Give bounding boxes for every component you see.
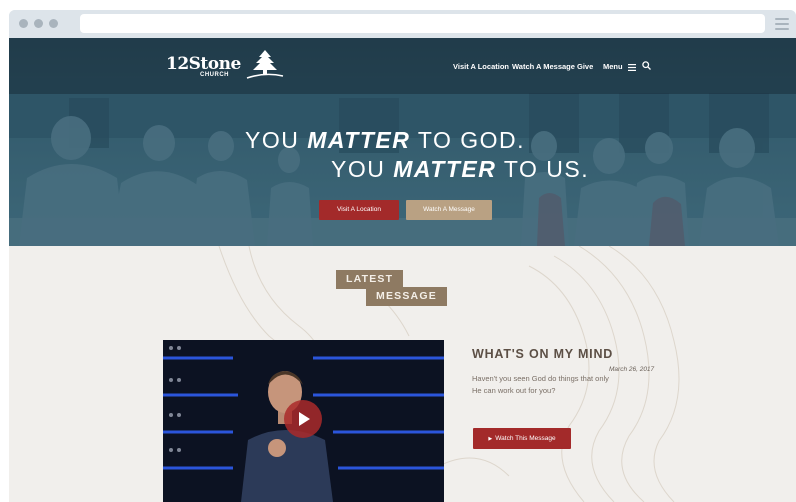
hamburger-icon	[627, 63, 636, 71]
message-tag: MESSAGE	[366, 287, 447, 306]
nav-menu[interactable]: Menu	[603, 62, 636, 71]
watch-message-button[interactable]: Watch A Message	[406, 200, 492, 220]
logo-wordmark: 12Stone	[166, 53, 241, 74]
browser-window: 12Stone CHURCH Visit A Location Watch A …	[9, 10, 796, 502]
tree-logo-icon	[246, 50, 283, 79]
web-page: 12Stone CHURCH Visit A Location Watch A …	[9, 38, 796, 502]
browser-menu-icon[interactable]	[775, 18, 789, 30]
nav-give[interactable]: Give	[577, 62, 593, 71]
play-arrow-icon: ▶	[488, 436, 493, 442]
logo-subtext: CHURCH	[200, 72, 229, 78]
hero-headline-line1: YOU MATTER TO GOD.	[245, 127, 526, 153]
nav-visit-location[interactable]: Visit A Location	[453, 62, 509, 71]
browser-toolbar	[9, 10, 796, 38]
nav-menu-label: Menu	[603, 62, 623, 71]
message-description: Haven't you seen God do things that only…	[472, 374, 609, 395]
play-icon[interactable]	[284, 400, 322, 438]
window-minimize-dot[interactable]	[34, 19, 43, 28]
message-date: March 26, 2017	[609, 366, 655, 373]
watch-this-message-button[interactable]: ▶ Watch This Message	[473, 428, 571, 449]
site-header: 12Stone CHURCH Visit A Location Watch A …	[9, 38, 796, 94]
address-bar[interactable]	[80, 14, 765, 33]
watch-button-label: Watch This Message	[495, 435, 556, 442]
site-logo[interactable]: 12Stone CHURCH	[166, 48, 285, 80]
hero-headline-line2: YOU MATTER TO US.	[331, 156, 590, 182]
hero-banner: 12Stone CHURCH Visit A Location Watch A …	[9, 38, 796, 246]
nav-watch-message[interactable]: Watch A Message	[512, 62, 575, 71]
search-icon[interactable]	[642, 61, 651, 70]
message-video-thumbnail[interactable]	[163, 340, 444, 502]
window-close-dot[interactable]	[19, 19, 28, 28]
window-maximize-dot[interactable]	[49, 19, 58, 28]
visit-location-button[interactable]: Visit A Location	[319, 200, 399, 220]
message-title: WHAT'S ON MY MIND	[472, 347, 614, 361]
